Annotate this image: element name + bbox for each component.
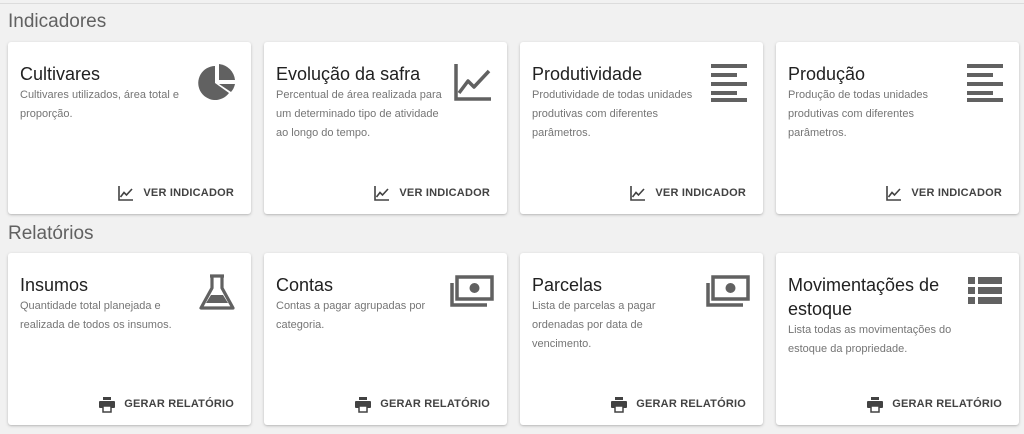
card-evolucao-safra: Evolução da safra Percentual de área rea… — [264, 42, 507, 214]
gerar-relatorio-button[interactable]: GERAR RELATÓRIO — [354, 395, 490, 413]
ver-indicador-button[interactable]: VER INDICADOR — [885, 184, 1002, 202]
action-label: GERAR RELATÓRIO — [380, 398, 490, 410]
gerar-relatorio-button[interactable]: GERAR RELATÓRIO — [610, 395, 746, 413]
line-chart-icon — [630, 186, 646, 201]
card-description: Cultivares utilizados, área total e prop… — [20, 89, 179, 120]
card-title: Evolução da safra — [276, 64, 421, 84]
action-label: VER INDICADOR — [143, 187, 234, 199]
card-title: Insumos — [20, 275, 89, 295]
print-icon — [99, 397, 116, 413]
reports-grid: Insumos Quantidade total planejada e rea… — [8, 253, 1019, 425]
card-contas: Contas Contas a pagar agrupadas por cate… — [264, 253, 507, 425]
line-chart-icon — [118, 186, 134, 201]
card-title: Produtividade — [532, 64, 643, 84]
card-cultivares: Cultivares Cultivares utilizados, área t… — [8, 42, 251, 214]
print-icon — [611, 397, 628, 413]
gerar-relatorio-button[interactable]: GERAR RELATÓRIO — [98, 395, 234, 413]
money-icon — [705, 273, 751, 313]
card-description: Produtividade de todas unidades produtiv… — [532, 89, 693, 139]
card-title: Parcelas — [532, 275, 603, 295]
card-description: Lista de parcelas a pagar ordenadas por … — [532, 300, 656, 350]
card-description: Quantidade total planejada e realizada d… — [20, 300, 172, 331]
card-title: Produção — [788, 64, 866, 84]
list-icon — [965, 273, 1005, 313]
card-title: Cultivares — [20, 64, 101, 84]
pie-chart-icon — [197, 62, 237, 102]
action-label: VER INDICADOR — [911, 187, 1002, 199]
line-chart-icon — [453, 62, 493, 102]
top-divider — [0, 3, 1024, 4]
action-label: GERAR RELATÓRIO — [636, 398, 746, 410]
action-label: VER INDICADOR — [655, 187, 746, 199]
print-icon — [355, 397, 372, 413]
money-icon — [449, 273, 495, 313]
card-description: Lista todas as movimentações do estoque … — [788, 324, 952, 355]
card-parcelas: Parcelas Lista de parcelas a pagar orden… — [520, 253, 763, 425]
card-title: Contas — [276, 275, 334, 295]
action-label: VER INDICADOR — [399, 187, 490, 199]
align-lines-icon — [709, 62, 749, 102]
section-title-indicadores: Indicadores — [8, 11, 107, 32]
line-chart-icon — [374, 186, 390, 201]
card-description: Contas a pagar agrupadas por categoria. — [276, 300, 426, 331]
action-label: GERAR RELATÓRIO — [124, 398, 234, 410]
section-title-relatorios: Relatórios — [8, 223, 94, 244]
card-producao: Produção Produção de todas unidades prod… — [776, 42, 1019, 214]
action-label: GERAR RELATÓRIO — [892, 398, 1002, 410]
line-chart-icon — [886, 186, 902, 201]
card-insumos: Insumos Quantidade total planejada e rea… — [8, 253, 251, 425]
card-title: Movimentações de estoque — [788, 275, 940, 319]
card-produtividade: Produtividade Produtividade de todas uni… — [520, 42, 763, 214]
gerar-relatorio-button[interactable]: GERAR RELATÓRIO — [866, 395, 1002, 413]
indicators-grid: Cultivares Cultivares utilizados, área t… — [8, 42, 1019, 214]
print-icon — [867, 397, 884, 413]
ver-indicador-button[interactable]: VER INDICADOR — [373, 184, 490, 202]
align-lines-icon — [965, 62, 1005, 102]
card-description: Produção de todas unidades produtivas co… — [788, 89, 929, 139]
card-description: Percentual de área realizada para um det… — [276, 89, 442, 139]
card-movimentacoes-estoque: Movimentações de estoque Lista todas as … — [776, 253, 1019, 425]
flask-icon — [197, 273, 237, 313]
ver-indicador-button[interactable]: VER INDICADOR — [629, 184, 746, 202]
ver-indicador-button[interactable]: VER INDICADOR — [117, 184, 234, 202]
